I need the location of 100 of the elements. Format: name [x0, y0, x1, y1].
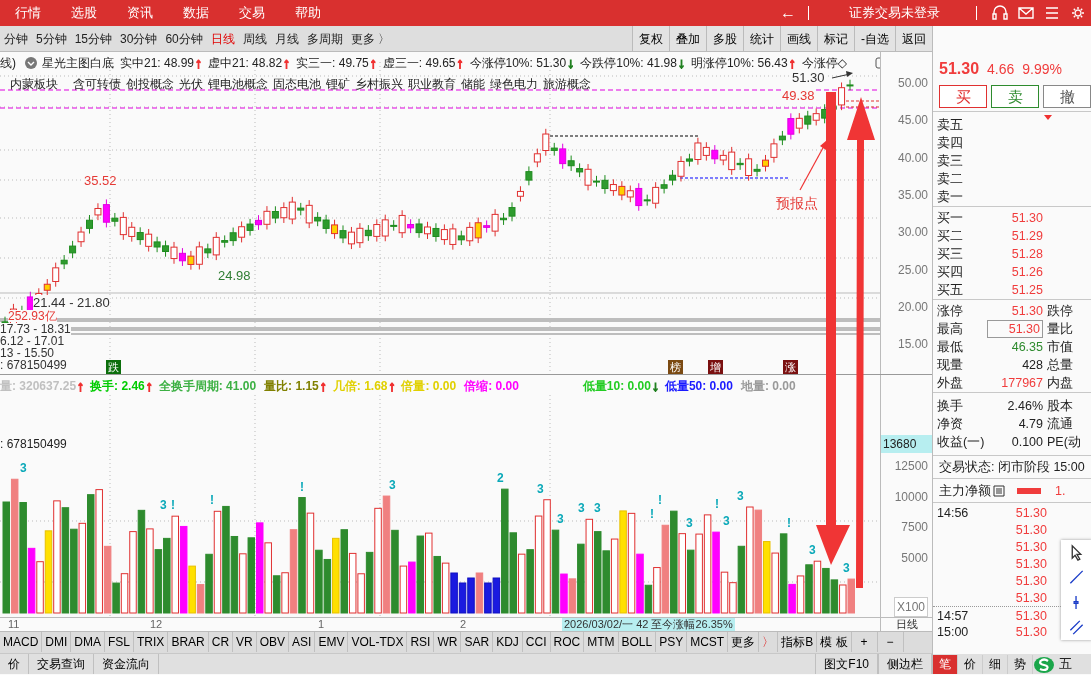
- menu-item[interactable]: 选股: [56, 0, 112, 26]
- percent-change: 9.99%: [1022, 60, 1062, 79]
- axis-label: 15.00: [897, 336, 928, 354]
- concept-tag[interactable]: 职业教育: [408, 75, 456, 93]
- menu-item[interactable]: 帮助: [280, 0, 336, 26]
- concept-tag[interactable]: 锂矿: [326, 75, 350, 93]
- toolbar-button[interactable]: 返回: [895, 26, 932, 51]
- login-status-link[interactable]: 证券交易未登录: [849, 3, 940, 23]
- bottom-tab[interactable]: 侧边栏: [878, 654, 932, 674]
- axis-label: 35.00: [897, 186, 928, 204]
- concept-tag[interactable]: 含可转债: [73, 75, 121, 93]
- period-tab[interactable]: 日线: [206, 25, 239, 52]
- period-tab[interactable]: 分钟: [0, 25, 32, 52]
- toolbar-button[interactable]: 统计: [743, 26, 780, 51]
- period-tab[interactable]: 15分钟: [70, 25, 117, 52]
- indicator-value: 今涨停10%: 51.30: [469, 55, 567, 72]
- buy-button[interactable]: 买: [939, 85, 987, 108]
- headset-icon[interactable]: [991, 4, 1009, 22]
- concept-tag[interactable]: 绿色电力: [490, 75, 538, 93]
- order-book-label: 卖二: [936, 171, 964, 188]
- concept-tag[interactable]: 锂电池概念: [208, 75, 268, 93]
- stat-label: 市值: [1046, 339, 1073, 356]
- menu-item[interactable]: 数据: [168, 0, 224, 26]
- period-tab[interactable]: 60分钟: [161, 25, 207, 52]
- stat-label: 量比: [1046, 321, 1073, 338]
- concept-tag[interactable]: 内蒙板块: [10, 75, 58, 93]
- volume-mark: 3: [20, 462, 27, 476]
- dropdown-icon[interactable]: [24, 56, 38, 70]
- back-button[interactable]: ←: [780, 1, 796, 25]
- collapse-caret-icon[interactable]: [1043, 115, 1053, 121]
- indicator-value: 地量: 0.00: [740, 378, 796, 395]
- stat-value: 51.30: [987, 320, 1043, 338]
- order-book-price: 51.29: [1010, 228, 1043, 245]
- list-icon[interactable]: [1043, 4, 1061, 22]
- trend-arrow: ↓: [677, 56, 685, 70]
- indicator-tab[interactable]: 模 板: [817, 632, 852, 652]
- period-tab[interactable]: 多周期: [302, 25, 347, 52]
- indicator-tab[interactable]: TRIX: [134, 632, 169, 652]
- gear-icon[interactable]: [1069, 4, 1087, 22]
- price-annotation: : 678150499: [0, 359, 67, 371]
- trend-arrow: ↑: [77, 379, 85, 393]
- stat-value: 428: [1021, 357, 1043, 374]
- toolbar-button[interactable]: -自选: [854, 26, 895, 51]
- more-tab[interactable]: 更多: [728, 632, 760, 652]
- indicator-tab[interactable]: VR: [233, 632, 257, 652]
- formula-name[interactable]: 星光主图白底: [42, 54, 114, 72]
- period-tab[interactable]: 更多 〉: [346, 25, 395, 52]
- panel-tab[interactable]: 五: [1059, 654, 1072, 674]
- menu-item[interactable]: 行情: [0, 0, 56, 26]
- sell-button[interactable]: 卖: [991, 85, 1039, 108]
- menu-item[interactable]: 交易: [224, 0, 280, 26]
- concept-tag[interactable]: 乡村振兴: [355, 75, 403, 93]
- concept-tag[interactable]: 储能: [461, 75, 485, 93]
- toolbar-button[interactable]: 复权: [632, 26, 669, 51]
- toolbar-button[interactable]: 叠加: [669, 26, 706, 51]
- tick-time: 14:57: [936, 608, 970, 623]
- concept-tag[interactable]: 旅游概念: [543, 75, 591, 93]
- tick-time: 14:56: [936, 505, 970, 521]
- indicator-tab[interactable]: ASI: [289, 632, 316, 652]
- stat-label: 净资: [936, 416, 964, 433]
- toolbar-button[interactable]: 标记: [817, 26, 854, 51]
- toolbar-button[interactable]: 多股: [706, 26, 743, 51]
- indicator-value: 低量10: 0.00: [582, 378, 651, 395]
- flow-label: 主力净额: [939, 482, 991, 500]
- period-tab[interactable]: 月线: [270, 25, 303, 52]
- order-book-price: 51.30: [1010, 210, 1043, 227]
- mail-icon[interactable]: [1017, 4, 1035, 22]
- indicator-value: 倍量: 0.00: [401, 378, 457, 395]
- indicator-tab[interactable]: FSL: [105, 632, 135, 652]
- parallel-lines-icon[interactable]: [1068, 619, 1085, 636]
- stat-label: 流通: [1046, 416, 1073, 433]
- axis-label: 5000: [901, 549, 928, 567]
- stat-label: 跌停: [1046, 303, 1073, 320]
- volume-mark: 3: [723, 515, 730, 529]
- date-info: 2026/03/02/一 42 至今涨幅26.35%: [562, 618, 735, 631]
- trend-arrow: ↑: [319, 379, 327, 393]
- period-tab[interactable]: 周线: [238, 25, 271, 52]
- indicator-tab[interactable]: MACD: [0, 632, 43, 652]
- price-annotation: 252.93亿: [8, 310, 57, 322]
- panel-tab[interactable]: 笔: [933, 654, 958, 674]
- volume-mark: !: [787, 516, 791, 530]
- concept-tag[interactable]: 光伏: [179, 75, 203, 93]
- tick-price: 51.30: [1014, 539, 1047, 555]
- concept-tag[interactable]: 固态电池: [273, 75, 321, 93]
- line-icon[interactable]: [1068, 569, 1085, 586]
- menu-item[interactable]: 资讯: [112, 0, 168, 26]
- list-icon[interactable]: [993, 484, 1005, 497]
- bottom-tab[interactable]: 图文F10: [815, 654, 878, 674]
- period-tab[interactable]: 5分钟: [32, 25, 71, 52]
- period-tab[interactable]: 30分钟: [116, 25, 162, 52]
- axis-label: 40.00: [897, 149, 928, 167]
- price-annotation: 21.44 - 21.80: [33, 295, 110, 310]
- concept-tag[interactable]: 创投概念: [126, 75, 174, 93]
- indicator-tab[interactable]: 指标B: [778, 632, 818, 652]
- tick-price: 51.30: [1014, 573, 1047, 589]
- indicator-tab[interactable]: VOL-TDX: [348, 632, 408, 652]
- toolbar-button[interactable]: 画线: [780, 26, 817, 51]
- volume-mark: 3: [809, 544, 816, 558]
- cancel-button[interactable]: 撤: [1043, 85, 1091, 108]
- indicator-tab[interactable]: WR: [434, 632, 462, 652]
